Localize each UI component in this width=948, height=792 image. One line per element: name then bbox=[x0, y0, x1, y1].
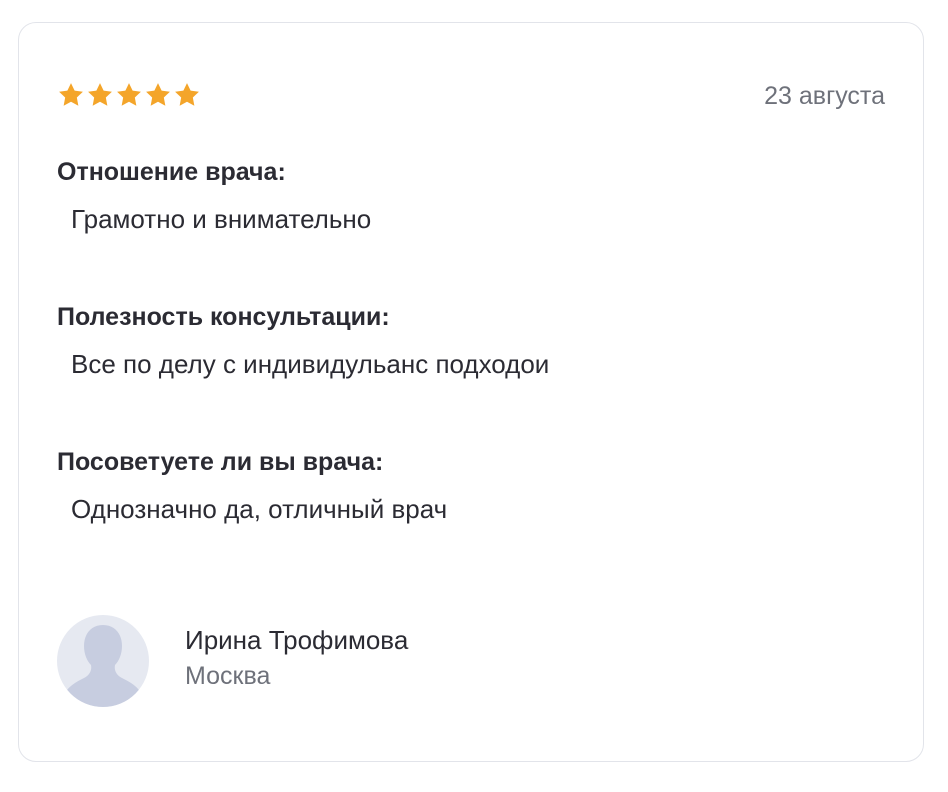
question-label: Полезность консультации: bbox=[57, 303, 390, 331]
star-icon bbox=[88, 83, 112, 106]
author-info: Ирина Трофимова Москва bbox=[185, 624, 408, 691]
avatar bbox=[57, 615, 149, 707]
author-city: Москва bbox=[185, 661, 271, 690]
review-author: Ирина Трофимова Москва bbox=[57, 615, 408, 707]
review-section-usefulness: Полезность консультации: Все по делу с и… bbox=[57, 302, 549, 380]
answer-text: Однозначно да, отличный врач bbox=[71, 494, 448, 524]
star-icon bbox=[175, 83, 199, 106]
review-section-recommend: Посоветуете ли вы врача: Однозначно да, … bbox=[57, 447, 447, 525]
question-label: Отношение врача: bbox=[57, 158, 286, 186]
star-icon bbox=[146, 83, 170, 106]
question-label: Посоветуете ли вы врача: bbox=[57, 448, 384, 476]
author-name: Ирина Трофимова bbox=[185, 624, 409, 655]
user-silhouette-icon bbox=[65, 625, 141, 707]
answer-text: Все по делу с индивидульанс подходои bbox=[71, 349, 550, 379]
review-section-attitude: Отношение врача: Грамотно и внимательно bbox=[57, 157, 371, 235]
review-date: 23 августа bbox=[764, 82, 885, 110]
rating-stars bbox=[57, 81, 201, 109]
star-icon bbox=[117, 83, 141, 106]
answer-text: Грамотно и внимательно bbox=[71, 204, 372, 234]
review-card: 23 августа Отношение врача: Грамотно и в… bbox=[18, 22, 924, 762]
star-icon bbox=[59, 83, 83, 106]
